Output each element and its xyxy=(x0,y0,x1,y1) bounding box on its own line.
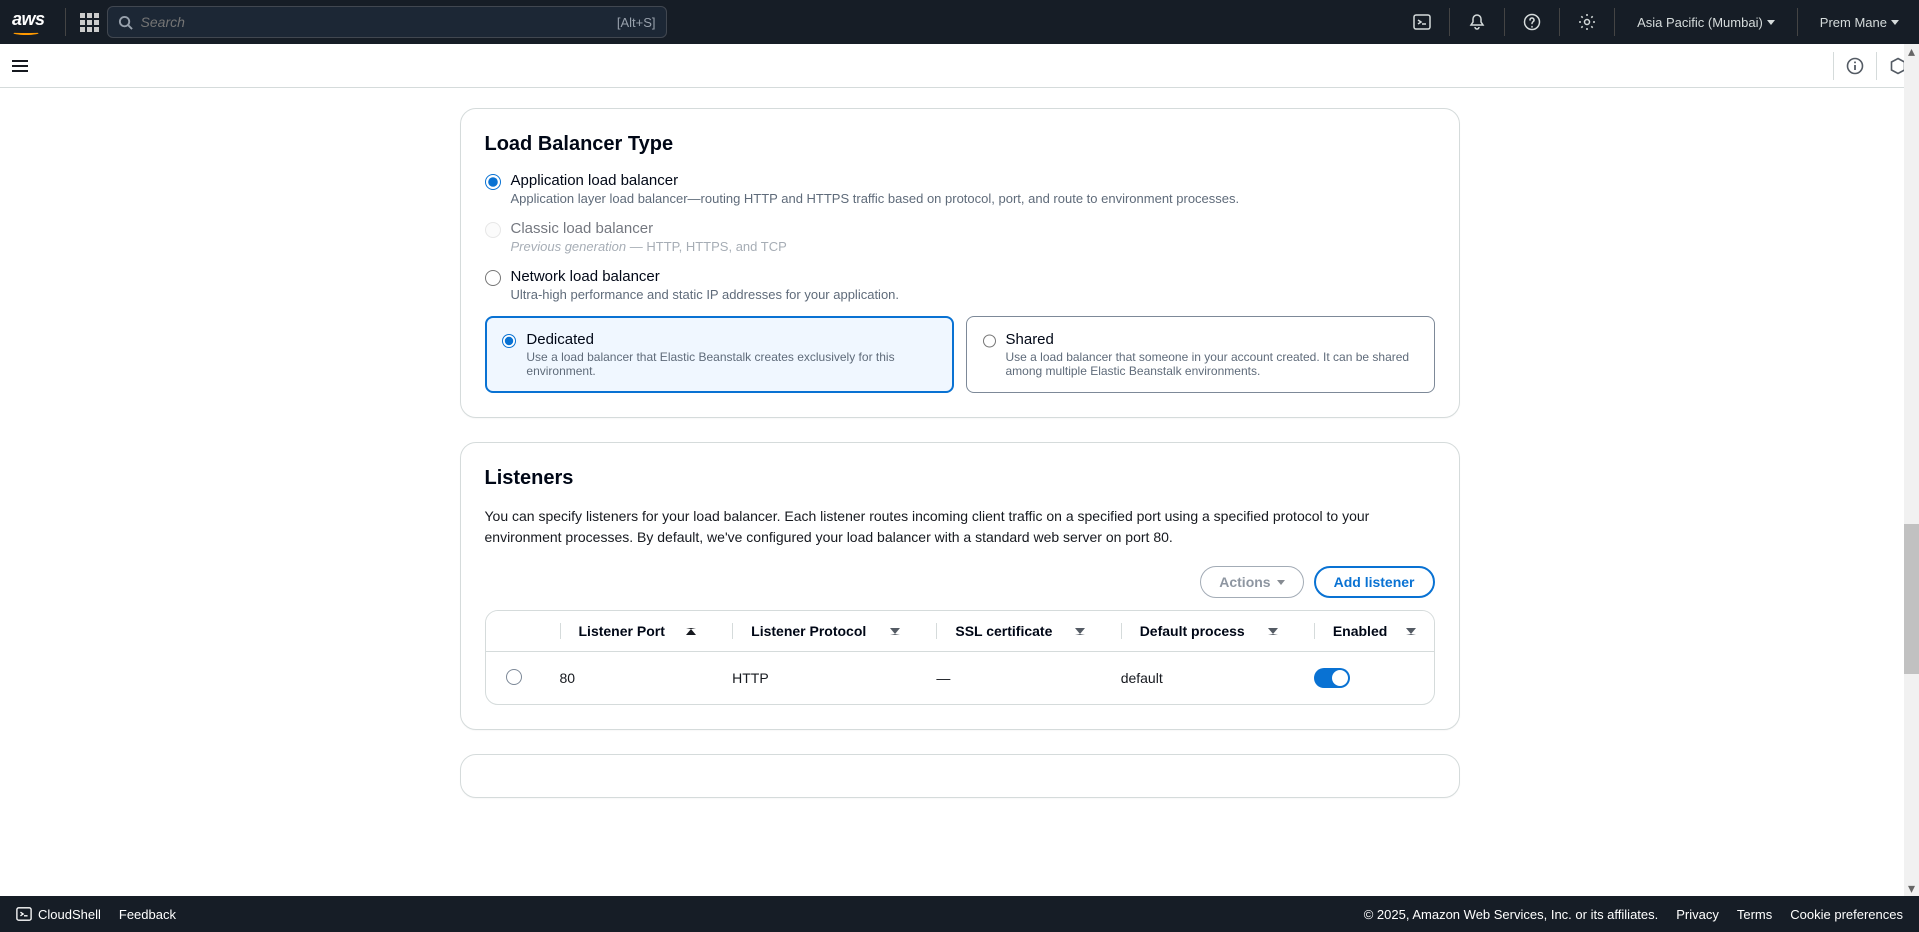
sub-toolbar xyxy=(0,44,1919,88)
caret-down-icon xyxy=(1767,20,1775,25)
cloudshell-link[interactable]: CloudShell xyxy=(16,906,101,922)
radio-network-lb[interactable] xyxy=(485,270,501,286)
radio-shared[interactable] xyxy=(983,333,996,349)
option-application-lb[interactable]: Application load balancer Application la… xyxy=(485,172,1435,206)
region-selector[interactable]: Asia Pacific (Mumbai) xyxy=(1629,15,1783,30)
option-label: Application load balancer xyxy=(511,172,1240,189)
row-select-radio[interactable] xyxy=(506,669,522,685)
user-label: Prem Mane xyxy=(1820,15,1887,30)
privacy-link[interactable]: Privacy xyxy=(1676,907,1719,922)
option-desc: Previous generation — HTTP, HTTPS, and T… xyxy=(511,239,787,254)
sort-asc-icon xyxy=(686,628,696,635)
option-desc: Application layer load balancer—routing … xyxy=(511,191,1240,206)
caret-down-icon xyxy=(1277,580,1285,585)
scroll-thumb[interactable] xyxy=(1904,524,1919,674)
sort-icon xyxy=(1075,628,1085,635)
col-listener-protocol[interactable]: Listener Protocol xyxy=(714,611,918,652)
option-label: Network load balancer xyxy=(511,268,900,285)
search-hint: [Alt+S] xyxy=(617,15,656,30)
col-listener-port[interactable]: Listener Port xyxy=(542,611,715,652)
enabled-toggle[interactable] xyxy=(1314,668,1350,688)
tile-desc: Use a load balancer that someone in your… xyxy=(1006,350,1418,378)
table-row[interactable]: 80 HTTP — default xyxy=(486,652,1434,705)
services-grid-icon[interactable] xyxy=(80,13,99,32)
actions-dropdown-button[interactable]: Actions xyxy=(1200,566,1303,598)
footer: CloudShell Feedback © 2025, Amazon Web S… xyxy=(0,896,1919,932)
divider xyxy=(1449,8,1450,36)
divider xyxy=(1559,8,1560,36)
copyright-text: © 2025, Amazon Web Services, Inc. or its… xyxy=(1364,907,1659,922)
option-label: Classic load balancer xyxy=(511,220,787,237)
cloudshell-icon[interactable] xyxy=(1409,9,1435,35)
scrollbar[interactable]: ▴ ▾ xyxy=(1904,44,1919,896)
tile-shared[interactable]: Shared Use a load balancer that someone … xyxy=(966,316,1435,393)
info-icon[interactable] xyxy=(1833,52,1864,80)
listeners-table: Listener Port Listener Protocol SSL cert… xyxy=(485,610,1435,705)
radio-classic-lb xyxy=(485,222,501,238)
cloudshell-icon xyxy=(16,906,32,922)
cookies-link[interactable]: Cookie preferences xyxy=(1790,907,1903,922)
card-load-balancer-type: Load Balancer Type Application load bala… xyxy=(460,108,1460,418)
cell-port: 80 xyxy=(542,652,715,705)
page-content: Load Balancer Type Application load bala… xyxy=(0,88,1919,882)
card-listeners: Listeners You can specify listeners for … xyxy=(460,442,1460,730)
search-input[interactable] xyxy=(141,14,617,30)
region-label: Asia Pacific (Mumbai) xyxy=(1637,15,1763,30)
cell-protocol: HTTP xyxy=(714,652,918,705)
option-classic-lb: Classic load balancer Previous generatio… xyxy=(485,220,1435,254)
card-title: Listeners xyxy=(485,467,1435,490)
aws-logo[interactable]: aws xyxy=(12,9,45,35)
radio-dedicated[interactable] xyxy=(502,333,517,349)
terms-link[interactable]: Terms xyxy=(1737,907,1772,922)
cell-default-process: default xyxy=(1103,652,1296,705)
cell-ssl: — xyxy=(918,652,1102,705)
notifications-icon[interactable] xyxy=(1464,9,1490,35)
tile-label: Dedicated xyxy=(526,331,936,348)
tile-desc: Use a load balancer that Elastic Beansta… xyxy=(526,350,936,378)
divider xyxy=(1797,8,1798,36)
divider xyxy=(1504,8,1505,36)
divider xyxy=(1614,8,1615,36)
scroll-up-icon[interactable]: ▴ xyxy=(1904,44,1919,59)
settings-icon[interactable] xyxy=(1574,9,1600,35)
account-selector[interactable]: Prem Mane xyxy=(1812,15,1907,30)
option-network-lb[interactable]: Network load balancer Ultra-high perform… xyxy=(485,268,1435,302)
global-search[interactable]: [Alt+S] xyxy=(107,6,667,38)
feedback-link[interactable]: Feedback xyxy=(119,907,176,922)
hexagon-icon[interactable] xyxy=(1876,52,1907,80)
help-icon[interactable] xyxy=(1519,9,1545,35)
lb-mode-tiles: Dedicated Use a load balancer that Elast… xyxy=(485,316,1435,393)
option-desc: Ultra-high performance and static IP add… xyxy=(511,287,900,302)
sort-icon xyxy=(1406,628,1416,635)
col-default-process[interactable]: Default process xyxy=(1103,611,1296,652)
search-icon xyxy=(118,15,133,30)
listeners-desc: You can specify listeners for your load … xyxy=(485,506,1435,548)
sort-icon xyxy=(890,628,900,635)
listeners-actions: Actions Add listener xyxy=(485,566,1435,598)
scroll-down-icon[interactable]: ▾ xyxy=(1904,881,1919,896)
add-listener-button[interactable]: Add listener xyxy=(1314,566,1435,598)
tile-label: Shared xyxy=(1006,331,1418,348)
col-enabled[interactable]: Enabled xyxy=(1296,611,1434,652)
radio-application-lb[interactable] xyxy=(485,174,501,190)
col-ssl[interactable]: SSL certificate xyxy=(918,611,1102,652)
top-nav: aws [Alt+S] Asia Pacific (Mumbai) Prem M… xyxy=(0,0,1919,44)
nav-toggle-icon[interactable] xyxy=(12,57,28,75)
tile-dedicated[interactable]: Dedicated Use a load balancer that Elast… xyxy=(485,316,954,393)
divider xyxy=(65,8,66,36)
card-title: Load Balancer Type xyxy=(485,133,1435,156)
caret-down-icon xyxy=(1891,20,1899,25)
card-next-peek xyxy=(460,754,1460,798)
sort-icon xyxy=(1268,628,1278,635)
